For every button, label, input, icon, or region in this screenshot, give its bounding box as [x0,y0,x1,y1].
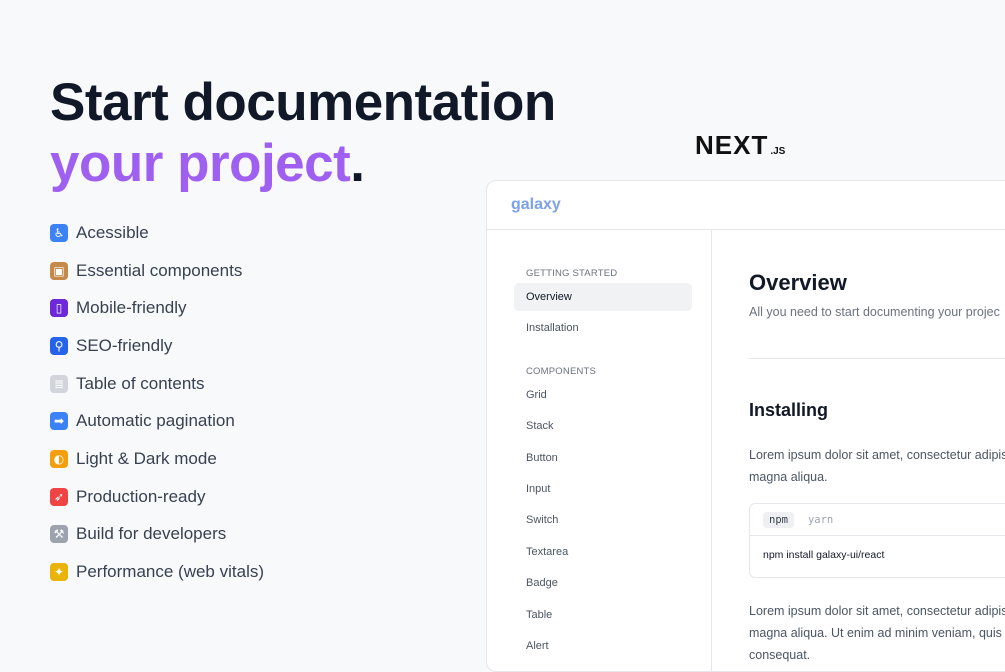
sidebar-item-installation[interactable]: Installation [514,314,692,342]
feature-item: ◐ Light & Dark mode [50,440,264,478]
code-tabs: npm yarn [750,504,1005,536]
feature-label: Automatic pagination [76,411,235,431]
feature-list: ♿ Acessible ▣ Essential components ▯ Mobile-f… [50,214,264,591]
nextjs-logo-suffix: .JS [770,146,786,157]
mobile-phone-icon: ▯ [50,299,68,318]
feature-label: SEO-friendly [76,335,173,355]
feature-item: ✦ Performance (web vitals) [50,553,264,591]
galaxy-logo[interactable]: galaxy [511,196,561,214]
feature-label: Mobile-friendly [76,298,187,318]
sidebar-item-input[interactable]: Input [514,475,692,503]
paragraph-2-line-3: consequat. [749,648,811,662]
hammer-wrench-icon: ⚒ [50,525,68,544]
paragraph-1-line-2: magna aliqua. [749,470,828,484]
paragraph-1: Lorem ipsum dolor sit amet, consectetur … [749,444,1005,488]
package-icon: ▣ [50,261,68,280]
feature-item: ⚲ SEO-friendly [50,327,264,365]
feature-label: Essential components [76,260,243,280]
party-popper-icon: ✦ [50,563,68,582]
sidebar-item-stack[interactable]: Stack [514,412,692,440]
paragraph-2-line-1: Lorem ipsum dolor sit amet, consectetur … [749,604,1005,618]
sidebar-item-alert[interactable]: Alert [514,632,692,660]
feature-label: Acessible [76,222,149,242]
wheelchair-icon: ♿ [50,223,68,242]
docs-sidebar: GETTING STARTED Overview Installation COM… [487,230,712,671]
docs-content: Overview All you need to start documenti… [749,230,1005,671]
tab-yarn[interactable]: yarn [802,512,839,528]
page-lead: All you need to start documenting your p… [749,305,1000,319]
feature-label: Light & Dark mode [76,448,217,468]
sidebar-group-components: COMPONENTS [526,365,597,377]
sidebar-group-getting-started: GETTING STARTED [526,268,618,279]
nextjs-logo: NEXT .JS [695,130,785,161]
feature-item: ➶ Production-ready [50,478,264,516]
hero-line-2-accent: your project [50,134,351,193]
right-arrow-icon: ➡ [50,412,68,431]
bookmark-tabs-icon: ≣ [50,374,68,393]
divider [749,358,1005,359]
magnifier-icon: ⚲ [50,336,68,355]
feature-label: Performance (web vitals) [76,562,265,582]
sidebar-item-overview[interactable]: Overview [514,283,692,311]
preview-header: galaxy [487,181,1005,230]
sidebar-item-textarea[interactable]: Textarea [514,538,692,566]
nextjs-logo-word: NEXT [695,130,769,160]
sidebar-item-button[interactable]: Button [514,444,692,472]
hero-dot: . [350,134,365,193]
paragraph-2-line-2: magna aliqua. Ut enim ad minim veniam, q… [749,626,1002,640]
feature-item: ➡ Automatic pagination [50,402,264,440]
tab-npm[interactable]: npm [763,511,794,528]
rocket-icon: ➶ [50,487,68,506]
sidebar-item-table[interactable]: Table [514,601,692,629]
hero-title: Start documentation your project. [50,72,556,194]
feature-label: Table of contents [76,373,205,393]
hero-line-1: Start documentation [50,73,556,132]
feature-item: ≣ Table of contents [50,365,264,403]
code-block: npm yarn npm install galaxy-ui/react [749,503,1005,578]
feature-label: Production-ready [76,486,206,506]
sidebar-item-badge[interactable]: Badge [514,569,692,597]
docs-preview-window: galaxy GETTING STARTED Overview Installat… [486,180,1005,672]
feature-item: ⚒ Build for developers [50,516,264,554]
feature-item: ▣ Essential components [50,252,264,290]
sidebar-item-grid[interactable]: Grid [514,381,692,409]
half-moon-icon: ◐ [50,449,68,468]
code-line: npm install galaxy-ui/react [763,549,885,561]
sidebar-item-switch[interactable]: Switch [514,506,692,534]
feature-item: ▯ Mobile-friendly [50,289,264,327]
page-title: Overview [749,270,847,295]
feature-item: ♿ Acessible [50,214,264,252]
paragraph-1-line-1: Lorem ipsum dolor sit amet, consectetur … [749,448,1005,462]
section-title: Installing [749,400,829,420]
feature-label: Build for developers [76,524,227,544]
paragraph-2: Lorem ipsum dolor sit amet, consectetur … [749,600,1005,666]
